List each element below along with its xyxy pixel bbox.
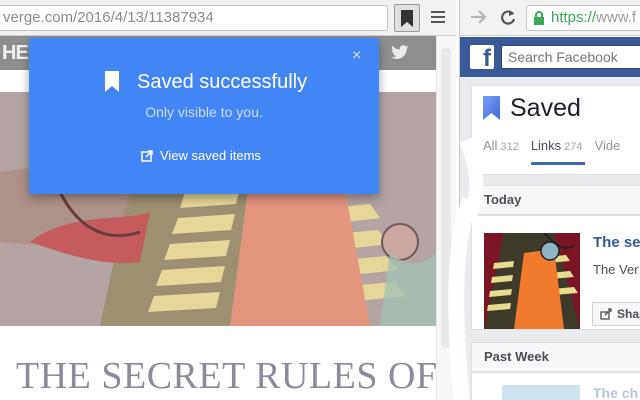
tab-links[interactable]: Links 274 <box>530 138 585 165</box>
facebook-logo-icon[interactable]: f <box>470 45 494 72</box>
saved-item-thumbnail[interactable] <box>484 233 580 329</box>
right-browser-window: https://www.f f Search Facebook Saved Al… <box>459 0 640 400</box>
view-saved-items-label: View saved items <box>160 148 261 163</box>
saved-item-source: The Ver <box>593 262 639 277</box>
facebook-logo-letter: f <box>483 45 491 72</box>
external-link-icon <box>141 149 153 162</box>
section-today: Today <box>471 185 640 215</box>
tab-videos[interactable]: Vide <box>595 138 621 165</box>
tab-all-count: 312 <box>500 141 519 153</box>
address-bar-left[interactable]: verge.com/2016/4/13/11387934 <box>0 5 388 31</box>
saved-header: Saved All 312 Links 274 Vide <box>471 85 640 175</box>
bookmark-icon <box>105 71 119 92</box>
thumbnail-illustration <box>484 233 580 329</box>
page-scrollbar[interactable] <box>436 36 456 400</box>
saved-title: Saved <box>510 94 581 122</box>
hamburger-menu-icon[interactable] <box>428 8 448 28</box>
facebook-search-input[interactable]: Search Facebook <box>501 45 640 69</box>
share-button[interactable]: Shar <box>592 302 640 326</box>
popup-title: Saved successfully <box>137 71 308 93</box>
right-browser-toolbar: https://www.f <box>460 0 640 36</box>
address-bar-right[interactable]: https://www.f <box>526 5 640 31</box>
saved-popup: × Saved successfully Only visible to you… <box>29 38 379 194</box>
twitter-icon[interactable] <box>391 45 409 60</box>
tab-videos-label: Vide <box>594 138 621 153</box>
saved-item-card[interactable]: The se The Ver Shar <box>471 215 640 330</box>
tab-all-label: All <box>483 138 498 153</box>
close-icon[interactable]: × <box>352 48 361 64</box>
share-label: Shar <box>617 307 640 321</box>
left-browser-toolbar: verge.com/2016/4/13/11387934 <box>0 0 456 36</box>
tab-links-count: 274 <box>564 141 583 153</box>
saved-bookmark-icon <box>483 96 500 120</box>
saved-item-title[interactable]: The se <box>593 234 640 251</box>
facebook-content: Saved All 312 Links 274 Vide Today The s… <box>460 77 640 400</box>
saved-item-title-2[interactable]: The ch <box>593 385 638 400</box>
scrollbar-thumb[interactable] <box>441 48 451 348</box>
saved-item-thumbnail-2[interactable] <box>502 385 580 400</box>
forward-arrow-icon[interactable] <box>470 9 488 25</box>
tab-all[interactable]: All 312 <box>483 138 519 165</box>
saved-tabs: All 312 Links 274 Vide <box>483 138 620 165</box>
view-saved-items-link[interactable]: View saved items <box>141 148 261 163</box>
popup-subtitle: Only visible to you. <box>145 104 263 120</box>
url-secure-part: https:// <box>551 9 597 26</box>
saved-item-card-2[interactable]: The ch <box>471 372 640 400</box>
reload-icon[interactable] <box>500 9 516 26</box>
tab-links-label: Links <box>530 138 562 153</box>
article-title[interactable]: THE SECRET RULES OF THE <box>16 354 456 398</box>
url-rest-part: www.f <box>596 9 637 26</box>
site-logo[interactable]: HE <box>2 42 29 65</box>
facebook-bar: f Search Facebook <box>460 37 640 77</box>
bookmark-extension-button[interactable] <box>394 4 420 32</box>
share-icon <box>600 308 612 320</box>
bookmark-filled-icon <box>401 10 413 27</box>
lock-icon <box>534 11 544 25</box>
section-past-week: Past Week <box>471 342 640 372</box>
